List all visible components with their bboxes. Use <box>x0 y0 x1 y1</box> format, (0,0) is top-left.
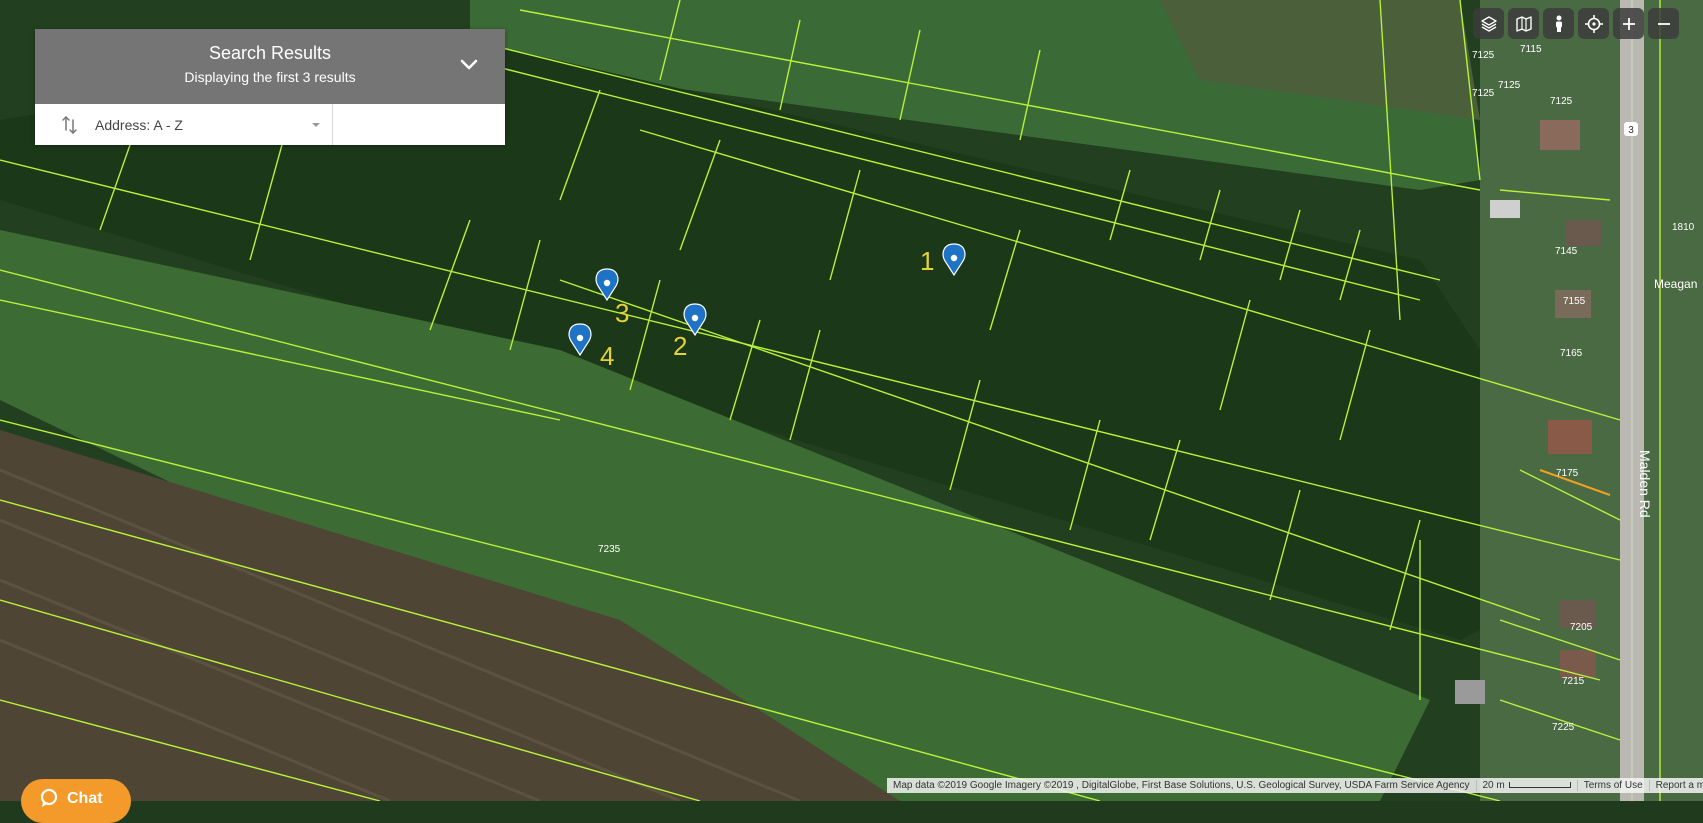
map-icon <box>1515 15 1532 32</box>
parcel-label: 7205 <box>1570 622 1593 633</box>
scale-line-icon <box>1508 782 1571 789</box>
chat-bubble-icon <box>40 788 58 807</box>
map-type-button[interactable] <box>1508 8 1539 39</box>
sort-value: Address: A - Z <box>95 116 183 133</box>
chat-label: Chat <box>67 790 103 807</box>
dropdown-caret-icon <box>312 123 320 127</box>
panel-subtitle: Displaying the first 3 results <box>184 69 356 85</box>
parcel-label: 7165 <box>1560 348 1583 359</box>
marker-label-4: 4 <box>600 341 614 371</box>
parcel-label: 7115 <box>1520 44 1542 55</box>
parcel-label: 7125 <box>1498 80 1521 91</box>
report-error-link[interactable]: Report a map error <box>1648 780 1703 791</box>
parcel-label: 7125 <box>1550 96 1573 107</box>
parcel-label: 7125 <box>1472 88 1495 99</box>
panel-bar-empty <box>333 104 505 145</box>
locate-button[interactable] <box>1578 8 1609 39</box>
parcel-label: 7125 <box>1472 50 1495 61</box>
search-results-panel: Search Results Displaying the first 3 re… <box>35 29 505 145</box>
sort-select[interactable]: Address: A - Z <box>35 104 333 145</box>
route-shield-label: 3 <box>1628 125 1634 136</box>
sort-bar: Address: A - Z <box>35 104 505 145</box>
parcel-label: 7215 <box>1562 676 1585 687</box>
panel-header: Search Results Displaying the first 3 re… <box>35 29 505 104</box>
zoom-out-button[interactable] <box>1648 8 1679 39</box>
panel-title: Search Results <box>208 43 332 63</box>
attribution-text: Map data ©2019 Google Imagery ©2019 , Di… <box>893 780 1470 791</box>
parcel-label: 7155 <box>1563 296 1586 307</box>
map-controls <box>1473 8 1679 39</box>
map-attribution: Map data ©2019 Google Imagery ©2019 , Di… <box>887 778 1703 793</box>
pegman-icon <box>1555 15 1562 32</box>
parcel-label: 1810 <box>1672 222 1695 233</box>
parcel-label: 7145 <box>1555 246 1578 257</box>
collapse-button[interactable] <box>455 51 483 79</box>
layers-button[interactable] <box>1473 8 1504 39</box>
parcel-label: 7235 <box>598 544 621 555</box>
terms-link[interactable]: Terms of Use <box>1576 780 1649 791</box>
road-label-meagan: Meagan <box>1654 277 1697 291</box>
parcel-label: 7225 <box>1552 722 1575 733</box>
zoom-in-button[interactable] <box>1613 8 1644 39</box>
crosshair-icon <box>1584 14 1603 33</box>
sort-arrows-icon <box>62 115 77 134</box>
marker-label-1: 1 <box>920 246 934 276</box>
parcel-label: 7175 <box>1556 468 1579 479</box>
chat-button[interactable]: Chat <box>21 779 131 823</box>
road-label-malden: Malden Rd <box>1637 450 1653 518</box>
scale-bar[interactable]: 20 m <box>1475 780 1577 791</box>
scale-label: 20 m <box>1482 780 1505 791</box>
chevron-down-icon <box>460 59 478 70</box>
layers-icon <box>1480 15 1497 32</box>
street-view-button[interactable] <box>1543 8 1574 39</box>
plus-icon <box>1622 17 1635 30</box>
marker-label-2: 2 <box>673 331 687 361</box>
minus-icon <box>1657 22 1670 25</box>
marker-label-3: 3 <box>615 298 629 328</box>
